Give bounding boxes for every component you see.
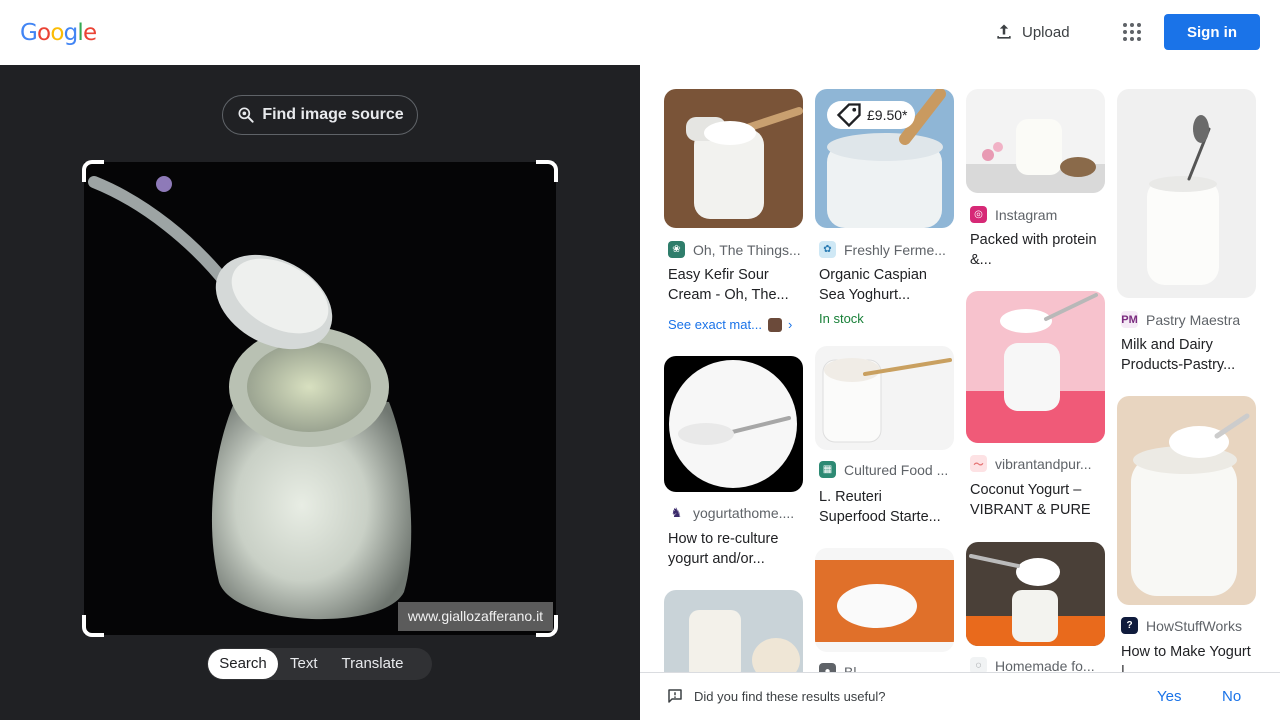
instagram-icon: ◎ [970, 206, 987, 223]
result-source[interactable]: ◎ Instagram [970, 206, 1106, 223]
lens-mode-switcher: Search Text Translate [207, 648, 432, 680]
logo-letter: e [83, 20, 97, 46]
mode-search[interactable]: Search [208, 649, 278, 679]
result-thumbnail[interactable] [815, 346, 954, 450]
feedback-bar: Did you find these results useful? Yes N… [640, 672, 1280, 720]
exact-match-thumb-icon [767, 317, 782, 332]
result-title[interactable]: L. Reuteri Superfood Starte... [819, 487, 951, 527]
result-thumbnail[interactable] [664, 356, 803, 492]
stock-status: In stock [819, 311, 864, 326]
google-logo[interactable]: Google [20, 17, 97, 49]
site-favicon-icon: ♞ [668, 504, 685, 521]
result-title[interactable]: Organic Caspian Sea Yoghurt... [819, 265, 951, 305]
result-source[interactable]: ? HowStuffWorks [1121, 617, 1257, 634]
result-thumbnail[interactable] [966, 542, 1105, 646]
result-source[interactable]: ✿ Freshly Ferme... [819, 241, 955, 258]
upload-icon [997, 24, 1011, 39]
crop-handle-top-left[interactable] [82, 160, 104, 182]
feedback-question: Did you find these results useful? [694, 689, 886, 704]
see-exact-matches-link[interactable]: See exact mat... › [668, 317, 792, 332]
upload-button[interactable]: Upload [984, 13, 1082, 51]
site-favicon-icon: ▦ [819, 461, 836, 478]
visual-matches-grid: ❀ Oh, The Things... Easy Kefir Sour Crea… [640, 65, 1280, 672]
crop-handle-bottom-left[interactable] [82, 615, 104, 637]
price-badge: £9.50* [827, 101, 916, 129]
result-title[interactable]: Packed with protein &... [970, 230, 1102, 270]
find-image-source-label: Find image source [262, 106, 404, 123]
result-source[interactable]: PM Pastry Maestra [1121, 311, 1257, 328]
query-image[interactable] [84, 162, 556, 635]
result-source[interactable]: 〜 vibrantandpur... [970, 455, 1106, 472]
result-title[interactable]: How to Make Yogurt |... [1121, 642, 1253, 672]
lens-image-pane: Find image source www.giallozafferano.it… [0, 65, 640, 720]
crop-handle-top-right[interactable] [536, 160, 558, 182]
result-source[interactable]: ● Bl... [819, 663, 955, 672]
result-thumbnail[interactable] [1117, 89, 1256, 298]
chevron-right-icon: › [787, 317, 793, 332]
price-tag-icon [836, 103, 861, 128]
result-source[interactable]: ◌ Homemade fo... [970, 657, 1106, 672]
result-thumbnail[interactable] [664, 590, 803, 672]
apps-button[interactable] [1112, 12, 1152, 52]
site-favicon-icon: PM [1121, 311, 1138, 328]
site-favicon-icon: 〜 [970, 455, 987, 472]
apps-grid-icon [1123, 23, 1141, 41]
logo-letter: o [37, 20, 51, 46]
logo-letter: G [20, 20, 38, 46]
price-label: £9.50* [867, 107, 908, 123]
site-favicon-icon: ● [819, 663, 836, 672]
site-favicon-icon: ✿ [819, 241, 836, 258]
site-favicon-icon: ❀ [668, 241, 685, 258]
result-thumbnail[interactable] [815, 548, 954, 652]
result-title[interactable]: Coconut Yogurt – VIBRANT & PURE [970, 480, 1102, 520]
feedback-no-button[interactable]: No [1222, 688, 1241, 705]
result-thumbnail[interactable] [664, 89, 803, 228]
site-favicon-icon: ? [1121, 617, 1138, 634]
mode-translate[interactable]: Translate [330, 649, 416, 679]
result-source[interactable]: ❀ Oh, The Things... [668, 241, 804, 258]
logo-letter: o [50, 20, 64, 46]
result-title[interactable]: Milk and Dairy Products-Pastry... [1121, 335, 1253, 375]
feedback-icon [668, 689, 682, 703]
result-thumbnail[interactable] [966, 89, 1105, 193]
result-thumbnail[interactable]: £9.50* [815, 89, 954, 228]
result-source[interactable]: ♞ yogurtathome.... [668, 504, 804, 521]
result-title[interactable]: Easy Kefir Sour Cream - Oh, The... [668, 265, 800, 305]
sign-in-button[interactable]: Sign in [1164, 14, 1260, 50]
mode-text[interactable]: Text [278, 649, 330, 679]
find-image-source-button[interactable]: Find image source [222, 95, 418, 135]
site-favicon-icon: ◌ [970, 657, 987, 672]
result-title[interactable]: How to re-culture yogurt and/or... [668, 529, 800, 569]
logo-letter: g [63, 20, 79, 46]
header: Google Upload Sign in [0, 0, 1280, 65]
upload-label: Upload [1022, 23, 1070, 41]
result-thumbnail[interactable] [966, 291, 1105, 443]
result-source[interactable]: ▦ Cultured Food ... [819, 461, 955, 478]
lens-search-icon [238, 107, 254, 123]
image-watermark: www.giallozafferano.it [398, 602, 553, 631]
result-thumbnail[interactable] [1117, 396, 1256, 605]
feedback-yes-button[interactable]: Yes [1157, 688, 1181, 705]
see-exact-matches-label: See exact mat... [668, 317, 762, 332]
